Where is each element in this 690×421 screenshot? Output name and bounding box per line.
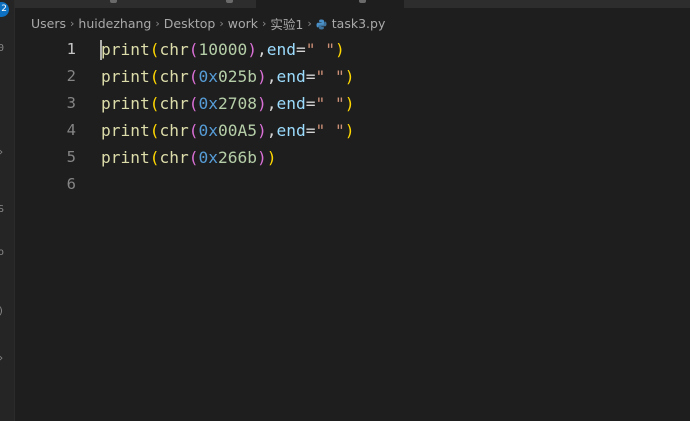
breadcrumb: Users › huidezhang › Desktop › work › 实验… [31,14,385,32]
line-number: 5 [66,148,76,166]
code-token: 0x [198,121,218,140]
code-line[interactable]: 4 print(chr(0x00A5),end=" ") [14,117,690,144]
code-token: chr [159,40,189,59]
activity-bar-icon[interactable]: o [0,248,7,258]
code-token: ) [247,40,257,59]
chevron-right-icon: › [70,16,75,30]
activity-bar-icon[interactable]: S [0,205,7,215]
code-token: ) [256,148,267,167]
line-number: 4 [66,121,76,139]
chevron-right-icon: › [307,16,312,30]
code-line[interactable]: 1 print(chr(10000),end=" ") [14,36,690,63]
chevron-right-icon: › [262,16,267,30]
code-token: end [266,40,296,59]
code-token: , [266,94,277,113]
code-token: 0x [198,67,218,86]
code-token: 00A5 [217,121,257,140]
python-icon [316,18,327,29]
code-line[interactable]: 3 print(chr(0x2708),end=" ") [14,90,690,117]
line-number: 2 [66,67,76,85]
breadcrumb-item[interactable]: 实验1 [270,14,303,33]
code-token: print [101,148,150,167]
code-token: ) [344,121,355,140]
tab-edge-mark [226,0,233,3]
code-token: chr [159,94,189,113]
breadcrumb-item[interactable]: Desktop [164,16,216,31]
activity-bar-icon[interactable]: ) [0,307,7,317]
code-token: ) [344,94,355,113]
code-line[interactable]: 2 print(chr(0x025b),end=" ") [14,63,690,90]
activity-bar-icon[interactable]: › [0,148,7,158]
code-token: 10000 [198,40,248,59]
code-token: = [305,67,316,86]
line-number: 3 [66,94,76,112]
code-token: print [101,94,150,113]
code-token: 0x [198,94,218,113]
code-token: chr [159,121,189,140]
code-text: print(chr(0x00A5),end=" ") [101,117,354,144]
code-token: 266b [217,148,257,167]
code-line[interactable]: 6 [14,171,690,198]
chevron-right-icon: › [155,16,160,30]
code-text: print(chr(10000),end=" ") [101,36,345,63]
breadcrumb-item[interactable]: work [228,16,258,31]
code-token: , [256,40,267,59]
code-token: ) [344,67,355,86]
code-token: " " [305,40,335,59]
code-text: print(chr(0x266b)) [101,144,276,171]
notification-badge[interactable]: 2 [0,2,9,17]
code-token: 025b [217,67,257,86]
line-number: 1 [66,40,76,58]
code-token: 0x [198,148,218,167]
code-token: ) [266,148,277,167]
code-token: = [295,40,306,59]
code-token: 2708 [217,94,257,113]
code-editor[interactable]: 1 print(chr(10000),end=" ") 2 print(chr(0x0… [14,36,690,421]
code-token: chr [159,148,189,167]
code-token: " " [315,67,345,86]
tab-task3-py[interactable] [256,0,404,8]
code-token: = [305,94,316,113]
tab-edge-mark [359,0,366,3]
code-token: , [266,67,277,86]
code-token: " " [315,94,345,113]
text-cursor [100,40,102,60]
code-token: chr [159,67,189,86]
code-text: print(chr(0x2708),end=" ") [101,90,354,117]
code-text: print(chr(0x025b),end=" ") [101,63,354,90]
code-token: end [276,121,306,140]
code-token: print [101,67,150,86]
editor-tab-strip [14,0,690,8]
code-token: print [101,40,150,59]
breadcrumb-file[interactable]: task3.py [332,16,386,31]
code-token: ) [256,67,267,86]
code-token: " " [315,121,345,140]
breadcrumb-item[interactable]: Users [31,16,66,31]
chevron-right-icon: › [219,16,224,30]
tab-edge-mark [110,0,117,3]
code-token: end [276,94,306,113]
code-token: end [276,67,306,86]
activity-bar-icon[interactable]: › [0,354,7,364]
code-token: ) [334,40,345,59]
code-token: print [101,121,150,140]
activity-bar-icon[interactable]: 0 [0,44,7,54]
code-token: ) [256,121,267,140]
breadcrumb-item[interactable]: huidezhang [78,16,151,31]
activity-bar: 2 0 › S o ) › [0,0,15,421]
code-token: , [266,121,277,140]
line-number: 6 [66,175,76,193]
code-token: ) [256,94,267,113]
code-line[interactable]: 5 print(chr(0x266b)) [14,144,690,171]
code-token: = [305,121,316,140]
